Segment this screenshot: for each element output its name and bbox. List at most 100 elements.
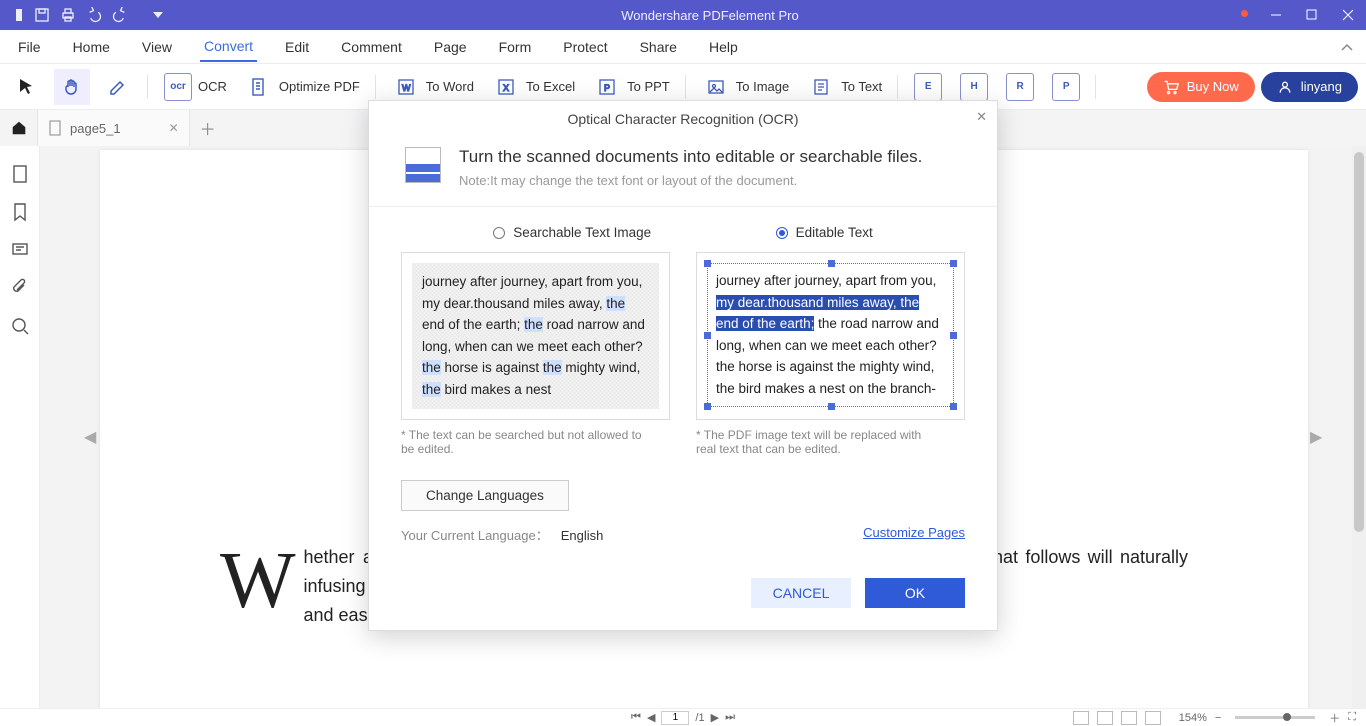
minimize-button[interactable] xyxy=(1258,0,1294,30)
html-icon: H xyxy=(960,73,988,101)
last-page-icon[interactable]: ⏭ xyxy=(725,711,735,724)
word-icon: W xyxy=(392,73,420,101)
new-tab-button[interactable]: ＋ xyxy=(190,110,226,146)
first-page-icon[interactable]: ⏮ xyxy=(631,711,641,724)
print-icon[interactable] xyxy=(56,3,80,27)
redo-icon[interactable] xyxy=(108,3,132,27)
view-facing-continuous-icon[interactable] xyxy=(1145,711,1161,725)
comments-panel-icon[interactable] xyxy=(10,240,30,260)
dialog-close-button[interactable]: ✕ xyxy=(976,109,987,125)
status-bar: ⏮ ◀ /1 ▶ ⏭ 154% − ＋ ⛶ xyxy=(0,708,1366,726)
cursor-icon xyxy=(12,73,40,101)
ppt-icon: P xyxy=(593,73,621,101)
ocr-dialog: Optical Character Recognition (OCR) ✕ Tu… xyxy=(368,100,998,631)
prev-page-status-icon[interactable]: ◀ xyxy=(647,711,655,724)
page-number-input[interactable] xyxy=(661,711,689,725)
menu-form[interactable]: Form xyxy=(495,33,536,61)
menu-comment[interactable]: Comment xyxy=(337,33,406,61)
ocr-header-icon xyxy=(405,147,441,183)
zoom-out-icon[interactable]: − xyxy=(1215,712,1221,724)
page-total: /1 xyxy=(695,712,704,724)
current-language-label: Your Current Language： xyxy=(401,528,549,543)
search-panel-icon[interactable] xyxy=(10,316,30,336)
left-sidebar xyxy=(0,146,40,708)
ocr-icon: ocr xyxy=(164,73,192,101)
cancel-button[interactable]: CANCEL xyxy=(751,578,851,608)
next-page-icon[interactable]: ▶ xyxy=(1310,427,1330,447)
home-tab[interactable] xyxy=(0,110,38,146)
undo-icon[interactable] xyxy=(82,3,106,27)
svg-text:P: P xyxy=(604,83,610,93)
radio-icon xyxy=(776,227,788,239)
menu-file[interactable]: File xyxy=(14,33,45,61)
zoom-slider[interactable] xyxy=(1235,716,1315,719)
radio-searchable-text[interactable]: Searchable Text Image xyxy=(493,225,651,240)
pages-icon: P xyxy=(1052,73,1080,101)
preview-searchable: journey after journey, apart from you, m… xyxy=(401,252,670,420)
menu-help[interactable]: Help xyxy=(705,33,742,61)
close-tab-icon[interactable]: ✕ xyxy=(169,121,179,135)
document-tab[interactable]: page5_1 ✕ xyxy=(38,110,190,146)
hand-icon xyxy=(58,73,86,101)
maximize-button[interactable] xyxy=(1294,0,1330,30)
buy-now-button[interactable]: Buy Now xyxy=(1147,72,1255,102)
view-facing-icon[interactable] xyxy=(1121,711,1137,725)
zoom-value: 154% xyxy=(1179,712,1207,724)
ocr-button[interactable]: ocrOCR xyxy=(160,69,231,105)
attachments-panel-icon[interactable] xyxy=(10,278,30,298)
preview-editable: journey after journey, apart from you, m… xyxy=(696,252,965,420)
vertical-scrollbar[interactable] xyxy=(1352,146,1366,708)
menu-protect[interactable]: Protect xyxy=(559,33,611,61)
app-title: Wondershare PDFelement Pro xyxy=(170,8,1250,23)
bookmarks-panel-icon[interactable] xyxy=(10,202,30,222)
scroll-thumb[interactable] xyxy=(1354,152,1364,532)
title-bar: Wondershare PDFelement Pro xyxy=(0,0,1366,30)
next-page-status-icon[interactable]: ▶ xyxy=(711,711,719,724)
app-logo-icon[interactable] xyxy=(4,3,28,27)
file-icon xyxy=(48,120,62,136)
optimize-pdf-button[interactable]: Optimize PDF xyxy=(241,69,364,105)
view-continuous-icon[interactable] xyxy=(1097,711,1113,725)
menu-bar: File Home View Convert Edit Comment Page… xyxy=(0,30,1366,64)
text-icon xyxy=(807,73,835,101)
hint-editable: * The PDF image text will be replaced wi… xyxy=(696,428,943,456)
collapse-ribbon-icon[interactable] xyxy=(1340,40,1354,58)
menu-share[interactable]: Share xyxy=(636,33,681,61)
menu-convert[interactable]: Convert xyxy=(200,32,257,62)
save-icon[interactable] xyxy=(30,3,54,27)
epub-icon: E xyxy=(914,73,942,101)
edit-icon xyxy=(104,73,132,101)
radio-icon xyxy=(493,227,505,239)
menu-edit[interactable]: Edit xyxy=(281,33,313,61)
fit-page-icon[interactable]: ⛶ xyxy=(1348,711,1356,724)
change-languages-button[interactable]: Change Languages xyxy=(401,480,569,511)
radio-editable-text[interactable]: Editable Text xyxy=(776,225,873,240)
view-single-icon[interactable] xyxy=(1073,711,1089,725)
image-icon xyxy=(702,73,730,101)
window-controls xyxy=(1258,0,1366,30)
menu-view[interactable]: View xyxy=(138,33,176,61)
thumbnails-panel-icon[interactable] xyxy=(10,164,30,184)
current-language-value: English xyxy=(561,528,604,543)
to-rtf-button[interactable]: R xyxy=(1002,69,1038,105)
quick-access-toolbar xyxy=(0,3,170,27)
to-pages-button[interactable]: P xyxy=(1048,69,1084,105)
select-tool[interactable] xyxy=(8,69,44,105)
close-button[interactable] xyxy=(1330,0,1366,30)
hand-tool[interactable] xyxy=(54,69,90,105)
qat-dropdown-icon[interactable] xyxy=(146,3,170,27)
edit-tool[interactable] xyxy=(100,69,136,105)
dialog-title: Optical Character Recognition (OCR) ✕ xyxy=(369,101,997,135)
dialog-heading: Turn the scanned documents into editable… xyxy=(459,147,922,167)
customize-pages-link[interactable]: Customize Pages xyxy=(863,525,965,544)
cart-icon xyxy=(1163,79,1179,95)
dialog-note: Note:It may change the text font or layo… xyxy=(459,173,922,188)
user-account-button[interactable]: linyang xyxy=(1261,72,1358,102)
user-icon xyxy=(1277,79,1293,95)
menu-home[interactable]: Home xyxy=(69,33,114,61)
menu-page[interactable]: Page xyxy=(430,33,471,61)
page-navigator: ⏮ ◀ /1 ▶ ⏭ xyxy=(631,711,735,725)
ok-button[interactable]: OK xyxy=(865,578,965,608)
document-tab-label: page5_1 xyxy=(70,121,121,136)
zoom-in-icon[interactable]: ＋ xyxy=(1329,710,1340,726)
